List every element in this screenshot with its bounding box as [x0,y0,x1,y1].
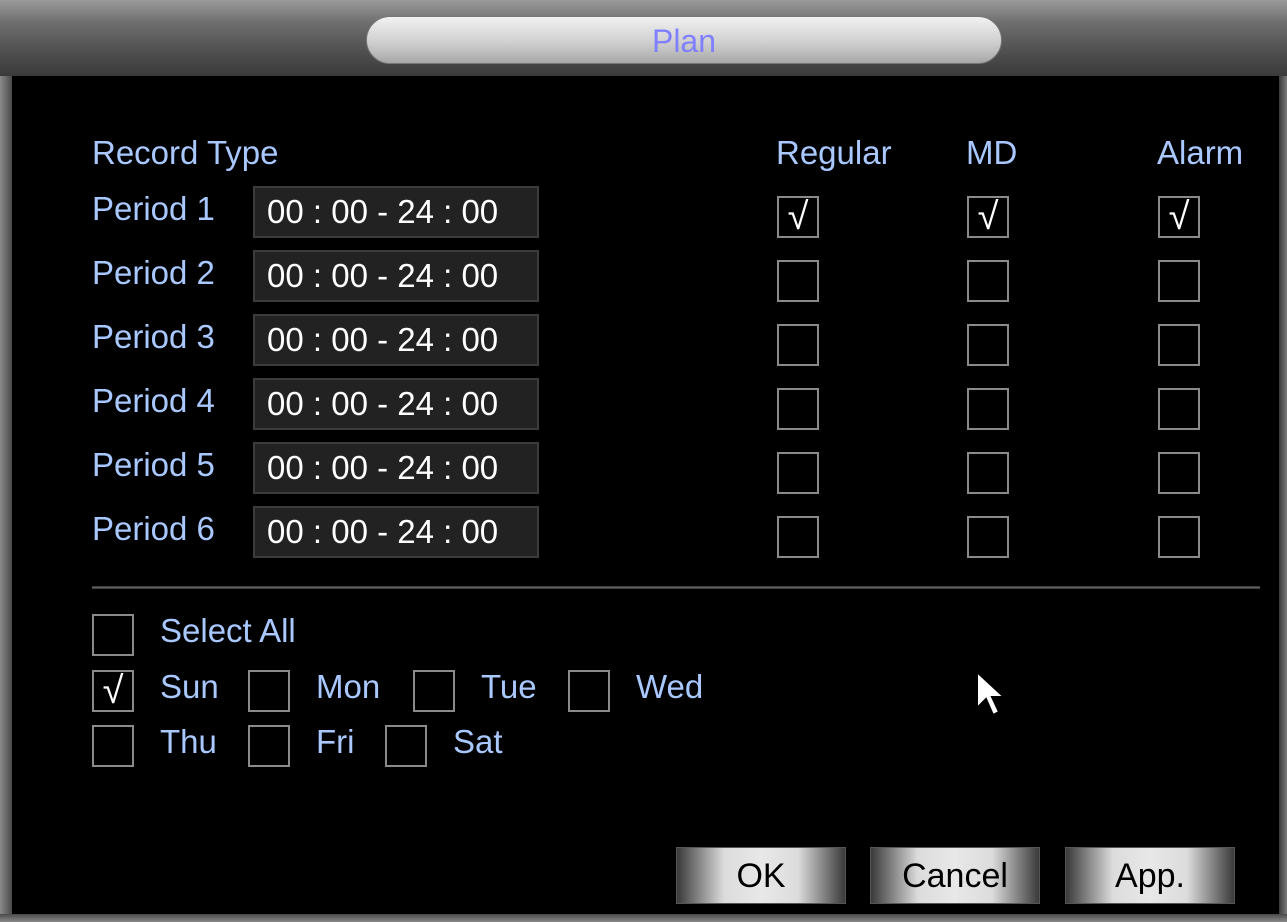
cancel-button[interactable]: Cancel [870,847,1040,904]
column-header-md: MD [966,134,1018,171]
period-2-md-checkbox[interactable] [967,260,1009,302]
period-5-alarm-checkbox[interactable] [1158,452,1200,494]
sat-checkbox[interactable] [385,725,427,767]
period-4-time-field[interactable]: 00 : 00 - 24 : 00 [253,378,539,430]
period-3-regular-checkbox[interactable] [777,324,819,366]
sun-checkbox[interactable]: √ [92,670,134,712]
period-6-alarm-checkbox[interactable] [1158,516,1200,558]
mouse-cursor-icon [976,670,1007,717]
frame-bottom [0,914,1287,922]
period-4-regular-checkbox[interactable] [777,388,819,430]
period-1-time-field[interactable]: 00 : 00 - 24 : 00 [253,186,539,238]
column-header-regular: Regular [776,134,892,171]
period-2-time-field[interactable]: 00 : 00 - 24 : 00 [253,250,539,302]
sun-label[interactable]: Sun [160,668,219,706]
apply-button[interactable]: App. [1065,847,1235,904]
period-2-label: Period 2 [92,254,215,291]
ok-button[interactable]: OK [676,847,846,904]
select-all-label[interactable]: Select All [160,612,296,650]
record-type-label: Record Type [92,134,279,171]
period-1-label: Period 1 [92,190,215,227]
period-2-regular-checkbox[interactable] [777,260,819,302]
tue-label[interactable]: Tue [481,668,537,706]
fri-label[interactable]: Fri [316,723,354,761]
period-1-md-checkbox[interactable]: √ [967,196,1009,238]
thu-checkbox[interactable] [92,725,134,767]
wed-label[interactable]: Wed [636,668,703,706]
period-6-label: Period 6 [92,510,215,547]
period-2-alarm-checkbox[interactable] [1158,260,1200,302]
period-5-md-checkbox[interactable] [967,452,1009,494]
select-all-checkbox[interactable] [92,614,134,656]
frame-left [0,76,12,922]
period-3-alarm-checkbox[interactable] [1158,324,1200,366]
sat-label[interactable]: Sat [453,723,503,761]
period-3-label: Period 3 [92,318,215,355]
period-5-regular-checkbox[interactable] [777,452,819,494]
period-5-label: Period 5 [92,446,215,483]
fri-checkbox[interactable] [248,725,290,767]
period-6-md-checkbox[interactable] [967,516,1009,558]
column-header-alarm: Alarm [1157,134,1244,171]
period-6-time-field[interactable]: 00 : 00 - 24 : 00 [253,506,539,558]
period-5-time-field[interactable]: 00 : 00 - 24 : 00 [253,442,539,494]
period-3-md-checkbox[interactable] [967,324,1009,366]
tue-checkbox[interactable] [413,670,455,712]
period-4-md-checkbox[interactable] [967,388,1009,430]
period-4-label: Period 4 [92,382,215,419]
frame-right [1279,76,1287,922]
plan-dialog: Plan Record Type Regular MD Alarm Period… [0,0,1287,922]
thu-label[interactable]: Thu [160,723,217,761]
period-1-alarm-checkbox[interactable]: √ [1158,196,1200,238]
period-1-regular-checkbox[interactable]: √ [777,196,819,238]
mon-checkbox[interactable] [248,670,290,712]
title-bar: Plan [0,0,1287,76]
period-6-regular-checkbox[interactable] [777,516,819,558]
dialog-title: Plan [366,16,1002,64]
period-4-alarm-checkbox[interactable] [1158,388,1200,430]
section-divider [92,586,1260,589]
mon-label[interactable]: Mon [316,668,380,706]
wed-checkbox[interactable] [568,670,610,712]
period-3-time-field[interactable]: 00 : 00 - 24 : 00 [253,314,539,366]
